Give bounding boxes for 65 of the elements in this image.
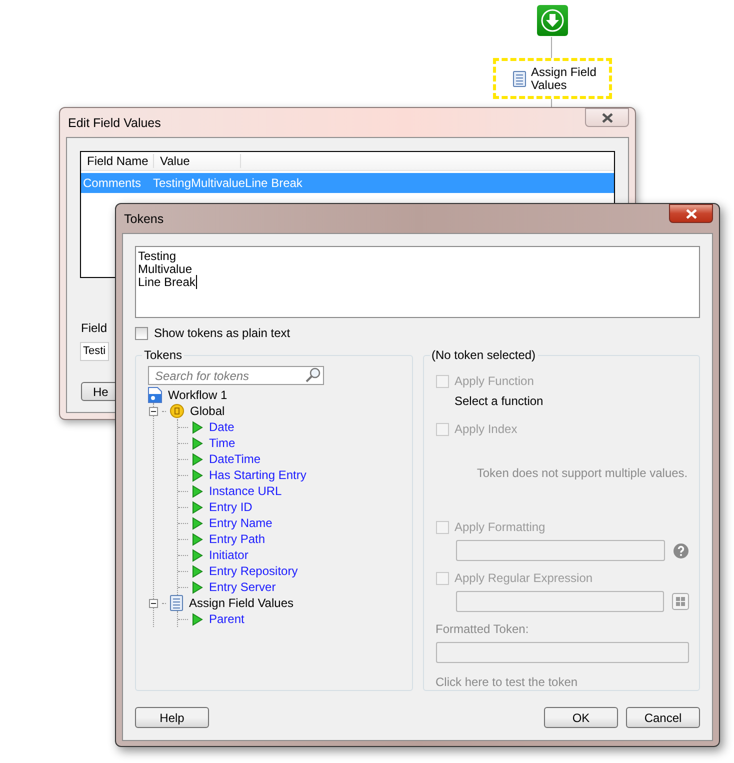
play-icon: [192, 548, 203, 562]
input-field[interactable]: [456, 540, 665, 561]
tree-item[interactable]: Entry Path: [207, 532, 266, 546]
play-icon: [192, 612, 203, 626]
group-label: Tokens: [143, 348, 184, 362]
tree-item[interactable]: Initiator: [207, 548, 248, 562]
close-icon: [686, 208, 696, 218]
tree-item[interactable]: Time: [207, 436, 236, 450]
input-field[interactable]: [436, 642, 689, 663]
group-label: Field: [81, 321, 108, 335]
play-icon: [192, 532, 203, 546]
token-editor[interactable]: Testing Multivalue Line Break: [135, 246, 700, 318]
tree-item[interactable]: Assign Field Values: [187, 596, 294, 610]
play-icon: [192, 484, 203, 498]
coin-icon: [170, 404, 184, 418]
input-field[interactable]: Testi: [80, 342, 109, 361]
field-label: Formatted Token:: [436, 622, 530, 636]
workflow-activity[interactable]: Assign Field Values: [493, 58, 612, 99]
column-header[interactable]: Field Name: [81, 154, 154, 168]
ok-button[interactable]: OK: [544, 707, 618, 728]
play-icon: [192, 468, 203, 482]
tree-item[interactable]: Global: [188, 404, 225, 418]
tree-item[interactable]: DateTime: [207, 452, 261, 466]
tree-item[interactable]: Entry Repository: [207, 564, 298, 578]
tree-item[interactable]: Entry Name: [207, 516, 272, 530]
close-button[interactable]: [669, 204, 713, 223]
play-icon: [192, 500, 203, 514]
table-cell-text: Comments: [82, 176, 142, 190]
play-icon: [192, 436, 203, 450]
function-hint: Select a function: [454, 394, 544, 408]
document-icon: [513, 70, 526, 86]
column-header[interactable]: Value: [154, 154, 241, 168]
tree-item[interactable]: Entry Server: [207, 580, 276, 594]
play-icon: [192, 564, 203, 578]
tree-item[interactable]: Workflow 1: [166, 388, 228, 402]
table-cell-text: TestingMultivalueLine Break: [152, 176, 304, 190]
play-icon: [192, 452, 203, 466]
play-icon: [192, 420, 203, 434]
help-icon[interactable]: [673, 542, 689, 558]
tree-item[interactable]: Entry ID: [207, 500, 252, 514]
grid-icon[interactable]: [672, 593, 689, 610]
tree-item[interactable]: Has Starting Entry: [207, 468, 306, 482]
close-button[interactable]: [585, 108, 629, 127]
tree-item[interactable]: Date: [207, 420, 234, 434]
collapse-toggle[interactable]: [149, 598, 158, 608]
workflow-icon: [148, 387, 162, 403]
tree-item[interactable]: Parent: [207, 612, 244, 626]
window-title: Edit Field Values: [67, 116, 161, 130]
collapse-toggle[interactable]: [149, 406, 158, 416]
play-icon: [192, 580, 203, 594]
cancel-button[interactable]: Cancel: [626, 707, 700, 728]
help-button[interactable]: Help: [135, 707, 209, 728]
activity-label: Assign Field Values: [531, 66, 598, 92]
play-icon: [192, 516, 203, 530]
search-field[interactable]: Search for tokens: [148, 366, 324, 385]
start-node[interactable]: [537, 5, 568, 36]
plain-text-checkbox[interactable]: Show tokens as plain text: [135, 326, 700, 340]
window-title: Tokens: [123, 212, 164, 226]
group-label: (No token selected): [430, 348, 537, 362]
close-icon: [602, 112, 612, 122]
search-icon: [305, 367, 321, 383]
input-field[interactable]: [456, 591, 664, 612]
tree-item[interactable]: Instance URL: [207, 484, 282, 498]
token-note: Token does not support multiple values.: [476, 466, 689, 480]
document-icon: [170, 595, 183, 611]
